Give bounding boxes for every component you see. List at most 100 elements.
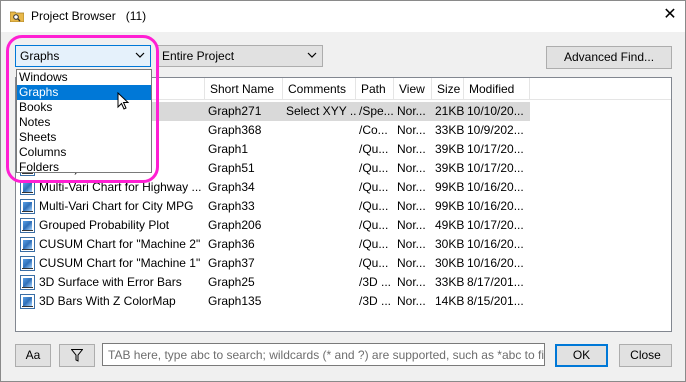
filter-icon: [70, 349, 84, 362]
column-header-comments[interactable]: Comments: [283, 78, 356, 100]
cell-modified: 10/16/20...: [467, 256, 524, 270]
cell-comments: [283, 121, 356, 140]
window-title-count: (11): [125, 9, 147, 23]
table-row[interactable]: Multi-Vari Chart for City MPG Graph33/Qu.…: [16, 197, 671, 216]
graph-icon: [20, 237, 35, 252]
cell-name: CUSUM Chart for "Machine 2": [39, 237, 201, 251]
cell-size: 33KB: [435, 123, 464, 137]
cell-name: Multi-Vari Chart for City MPG: [39, 199, 194, 213]
advanced-find-button[interactable]: Advanced Find...: [546, 46, 672, 69]
cell-view: Nor...: [397, 142, 426, 156]
cell-name: 3D Surface with Error Bars: [39, 275, 182, 289]
cell-path: /Qu...: [359, 199, 389, 213]
cell-comments: [283, 254, 356, 273]
dropdown-option[interactable]: Folders: [17, 160, 151, 175]
scope-filter-combo[interactable]: Entire Project: [156, 45, 323, 67]
cell-view: Nor...: [397, 161, 426, 175]
cell-modified: 10/17/20...: [467, 218, 524, 232]
cell-comments: [283, 292, 356, 311]
search-field[interactable]: [102, 343, 545, 366]
cell-short-name: Graph36: [208, 237, 255, 251]
cell-comments: [283, 159, 356, 178]
dropdown-option[interactable]: Columns: [17, 145, 151, 160]
search-input[interactable]: [103, 344, 544, 365]
cell-short-name: Graph25: [208, 275, 255, 289]
table-row[interactable]: CUSUM Chart for "Machine 2" Graph36/Qu...…: [16, 235, 671, 254]
cell-size: 30KB: [435, 237, 464, 251]
cell-size: 21KB: [432, 102, 464, 121]
cell-comments: [283, 235, 356, 254]
cell-short-name: Graph33: [208, 199, 255, 213]
cell-view: Nor...: [394, 102, 432, 121]
cell-modified: 10/16/20...: [467, 199, 524, 213]
cell-path: /Qu...: [359, 180, 389, 194]
cell-comments: [283, 273, 356, 292]
graph-icon: [20, 256, 35, 271]
cell-comments: [283, 140, 356, 159]
window-title-text: Project Browser: [31, 9, 116, 23]
dropdown-option[interactable]: Sheets: [17, 130, 151, 145]
table-row[interactable]: Grouped Probability Plot Graph206/Qu... No…: [16, 216, 671, 235]
cell-comments: [283, 216, 356, 235]
type-filter-combo[interactable]: Graphs: [15, 45, 151, 67]
cell-name: Multi-Vari Chart for Highway ...: [39, 180, 202, 194]
cell-path: /Co...: [359, 123, 388, 137]
cell-path: /3D ...: [359, 294, 392, 308]
cell-modified: 10/17/20...: [467, 161, 524, 175]
cell-view: Nor...: [397, 199, 426, 213]
dropdown-option[interactable]: Windows: [17, 70, 151, 85]
cell-short-name: Graph271: [205, 102, 283, 121]
cell-modified: 10/10/20...: [464, 102, 530, 121]
cell-path: /Qu...: [359, 142, 389, 156]
table-row[interactable]: 3D Surface with Error Bars Graph25/3D ...…: [16, 273, 671, 292]
match-case-button[interactable]: Aa: [15, 344, 51, 367]
table-row[interactable]: CUSUM Chart for "Machine 1" Graph37/Qu...…: [16, 254, 671, 273]
cell-modified: 8/17/201...: [467, 275, 524, 289]
cell-path: /Spe...: [356, 102, 394, 121]
column-header-path[interactable]: Path: [356, 78, 394, 100]
project-browser-window: Project Browser (11) ✕ Graphs Entire Pro…: [0, 0, 686, 382]
cell-size: 39KB: [435, 161, 464, 175]
cell-modified: 10/16/20...: [467, 237, 524, 251]
filter-button[interactable]: [59, 344, 95, 367]
cell-size: 30KB: [435, 256, 464, 270]
cell-view: Nor...: [397, 123, 426, 137]
title-bar: Project Browser (11) ✕: [1, 1, 685, 32]
cell-name: 3D Bars With Z ColorMap: [39, 294, 176, 308]
cell-view: Nor...: [397, 256, 426, 270]
graph-icon: [20, 275, 35, 290]
cell-modified: 10/16/20...: [467, 180, 524, 194]
graph-icon: [20, 218, 35, 233]
column-header-view[interactable]: View: [394, 78, 432, 100]
chevron-down-icon: [307, 52, 317, 58]
cell-short-name: Graph37: [208, 256, 255, 270]
column-header-modified[interactable]: Modified: [464, 78, 530, 100]
table-row[interactable]: Multi-Vari Chart for Highway ... Graph34 /…: [16, 178, 671, 197]
close-window-icon[interactable]: ✕: [661, 6, 679, 24]
cell-short-name: Graph135: [208, 294, 262, 308]
cell-comments: [283, 197, 356, 216]
cell-comments: Select XYY ...: [283, 102, 356, 121]
cell-modified: 10/9/202...: [467, 123, 524, 137]
cell-view: Nor...: [397, 180, 426, 194]
cell-view: Nor...: [397, 237, 426, 251]
cell-view: Nor...: [397, 275, 426, 289]
cell-name: CUSUM Chart for "Machine 1": [39, 256, 201, 270]
folder-search-icon: [10, 11, 24, 22]
dropdown-option[interactable]: Notes: [17, 115, 151, 130]
cell-modified: 10/17/20...: [467, 142, 524, 156]
cell-short-name: Graph1: [208, 142, 249, 156]
ok-button[interactable]: OK: [555, 344, 608, 367]
table-row[interactable]: 3D Bars With Z ColorMap Graph135/3D ... No…: [16, 292, 671, 311]
cell-name: Grouped Probability Plot: [39, 218, 170, 232]
cell-size: 14KB: [435, 294, 464, 308]
type-filter-dropdown: Windows Graphs Books Notes Sheets Columns Fold…: [16, 69, 152, 175]
cell-size: 39KB: [435, 142, 464, 156]
close-button[interactable]: Close: [619, 344, 672, 367]
cell-short-name: Graph34: [208, 180, 255, 194]
cell-short-name: Graph206: [208, 218, 262, 232]
cell-view: Nor...: [397, 218, 426, 232]
cell-size: 99KB: [435, 180, 464, 194]
column-header-size[interactable]: Size: [432, 78, 464, 100]
column-header-short-name[interactable]: Short Name: [205, 78, 283, 100]
